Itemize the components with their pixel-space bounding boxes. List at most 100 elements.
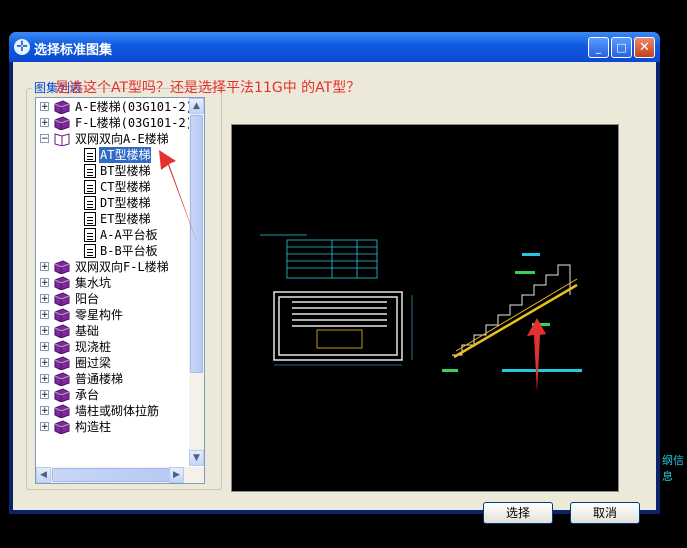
tree-item[interactable]: − 双网双向A-E楼梯 — [36, 131, 186, 147]
tree-item[interactable]: ET型楼梯 — [36, 211, 186, 227]
tree-item-label[interactable]: 基础 — [74, 323, 100, 339]
expand-icon[interactable]: + — [40, 358, 49, 368]
book-icon — [54, 372, 70, 387]
tree-item[interactable]: BT型楼梯 — [36, 163, 186, 179]
tree-vertical-scrollbar[interactable]: ▲ ▼ — [189, 98, 204, 466]
tree-item-label[interactable]: A-E楼梯(03G101-2) — [74, 99, 194, 115]
book-icon — [54, 388, 70, 403]
tree-item[interactable]: + 双网双向F-L楼梯 — [36, 259, 186, 275]
document-icon — [84, 180, 96, 194]
expand-icon[interactable]: + — [40, 374, 49, 384]
document-icon — [84, 196, 96, 210]
tree-item[interactable]: + 阳台 — [36, 291, 186, 307]
tree-item-label[interactable]: 阳台 — [74, 291, 100, 307]
collapse-icon[interactable]: − — [40, 134, 49, 144]
book-icon — [54, 116, 70, 131]
scroll-thumb[interactable] — [190, 115, 203, 373]
cancel-button[interactable]: 取消 — [570, 502, 640, 524]
document-icon — [84, 164, 96, 178]
tree-item-label[interactable]: 集水坑 — [74, 275, 112, 291]
tree-item-label[interactable]: B-B平台板 — [99, 243, 159, 259]
title-bar[interactable]: ✛ 选择标准图集 _ □ ✕ — [9, 32, 660, 62]
expand-icon[interactable]: + — [40, 310, 49, 320]
book-icon — [54, 100, 70, 115]
tree-item-label[interactable]: 双网双向A-E楼梯 — [74, 131, 170, 147]
tree-item[interactable]: + 承台 — [36, 387, 186, 403]
tree-item-label[interactable]: 普通楼梯 — [74, 371, 124, 387]
tree-item[interactable]: + 普通楼梯 — [36, 371, 186, 387]
plan-view — [273, 291, 403, 361]
tree-horizontal-scrollbar[interactable]: ◀ ▶ — [36, 467, 204, 483]
cad-stair-drawing — [260, 234, 582, 372]
tree-item-label[interactable]: 圈过梁 — [74, 355, 112, 371]
tree-item[interactable]: + 集水坑 — [36, 275, 186, 291]
tree-item-label[interactable]: F-L楼梯(03G101-2) — [74, 115, 194, 131]
expand-icon[interactable]: + — [40, 326, 49, 336]
expand-icon[interactable]: + — [40, 294, 49, 304]
scroll-up-button[interactable]: ▲ — [189, 98, 204, 114]
open-book-icon — [54, 132, 70, 147]
tree-item[interactable]: B-B平台板 — [36, 243, 186, 259]
tree-item-label[interactable]: ET型楼梯 — [99, 211, 151, 227]
book-icon — [54, 260, 70, 275]
tree-item[interactable]: CT型楼梯 — [36, 179, 186, 195]
tree-item-label[interactable]: 承台 — [74, 387, 100, 403]
tree-item[interactable]: + 墙柱或砌体拉筋 — [36, 403, 186, 419]
book-icon — [54, 420, 70, 435]
tree-item[interactable]: + 现浇桩 — [36, 339, 186, 355]
tree-item-label[interactable]: A-A平台板 — [99, 227, 159, 243]
tree-item-label[interactable]: 墙柱或砌体拉筋 — [74, 403, 160, 419]
tree-item[interactable]: + 构造柱 — [36, 419, 186, 435]
scroll-down-button[interactable]: ▼ — [189, 450, 204, 466]
book-icon — [54, 340, 70, 355]
expand-icon[interactable]: + — [40, 390, 49, 400]
tree-item-label[interactable]: 现浇桩 — [74, 339, 112, 355]
tree-item-label[interactable]: 构造柱 — [74, 419, 112, 435]
tree-item[interactable]: + 零星构件 — [36, 307, 186, 323]
book-icon — [54, 276, 70, 291]
tree-item[interactable]: DT型楼梯 — [36, 195, 186, 211]
expand-icon[interactable]: + — [40, 278, 49, 288]
scroll-left-button[interactable]: ◀ — [36, 467, 51, 483]
drawing-preview — [231, 124, 619, 492]
minimize-button[interactable]: _ — [588, 37, 609, 58]
book-icon — [54, 308, 70, 323]
tree-item[interactable]: + 圈过梁 — [36, 355, 186, 371]
book-icon — [54, 292, 70, 307]
tree-item[interactable]: + 基础 — [36, 323, 186, 339]
tree-item-label[interactable]: DT型楼梯 — [99, 195, 151, 211]
tree-item-label[interactable]: CT型楼梯 — [99, 179, 151, 195]
tree-item-label[interactable]: 双网双向F-L楼梯 — [74, 259, 170, 275]
dialog-body: 图集列表 + 构造柱 + 墙柱或砌体拉筋 + 承台 + 普通楼梯 + 圈过梁 + 现浇桩 + 基础 + 零星构… — [13, 62, 656, 524]
select-button[interactable]: 选择 — [483, 502, 553, 524]
expand-icon[interactable]: + — [40, 422, 49, 432]
window-title: 选择标准图集 — [34, 43, 113, 58]
app-icon: ✛ — [14, 39, 30, 55]
expand-icon[interactable]: + — [40, 406, 49, 416]
tree-item-label[interactable]: BT型楼梯 — [99, 163, 151, 179]
section-view — [452, 264, 571, 356]
tree-item[interactable]: + F-L楼梯(03G101-2) — [36, 115, 193, 131]
tree-item-label[interactable]: 零星构件 — [74, 307, 124, 323]
hscroll-thumb[interactable] — [52, 468, 170, 482]
document-icon — [84, 212, 96, 226]
expand-icon[interactable]: + — [40, 102, 49, 112]
user-annotation: 是选这个AT型吗？还是选择平法11G中 的AT型？ — [55, 80, 361, 96]
maximize-button[interactable]: □ — [611, 37, 632, 58]
scroll-right-button[interactable]: ▶ — [169, 467, 184, 483]
stair-slab — [453, 283, 578, 359]
expand-icon[interactable]: + — [40, 342, 49, 352]
tree-item[interactable]: AT型楼梯 — [36, 146, 186, 164]
book-icon — [54, 356, 70, 371]
tree-item-label[interactable]: AT型楼梯 — [97, 146, 153, 164]
book-icon — [54, 324, 70, 339]
tree-item[interactable]: + A-E楼梯(03G101-2) — [36, 99, 193, 115]
document-icon — [84, 244, 96, 258]
background-edge-text: 纲信息 — [662, 454, 684, 483]
expand-icon[interactable]: + — [40, 118, 49, 128]
tree-item[interactable]: A-A平台板 — [36, 227, 186, 243]
atlas-tree[interactable]: + 构造柱 + 墙柱或砌体拉筋 + 承台 + 普通楼梯 + 圈过梁 + 现浇桩 + 基础 + 零星构件 + 阳台 +… — [35, 97, 205, 484]
document-icon — [84, 228, 96, 242]
close-button[interactable]: ✕ — [634, 37, 655, 58]
expand-icon[interactable]: + — [40, 262, 49, 272]
